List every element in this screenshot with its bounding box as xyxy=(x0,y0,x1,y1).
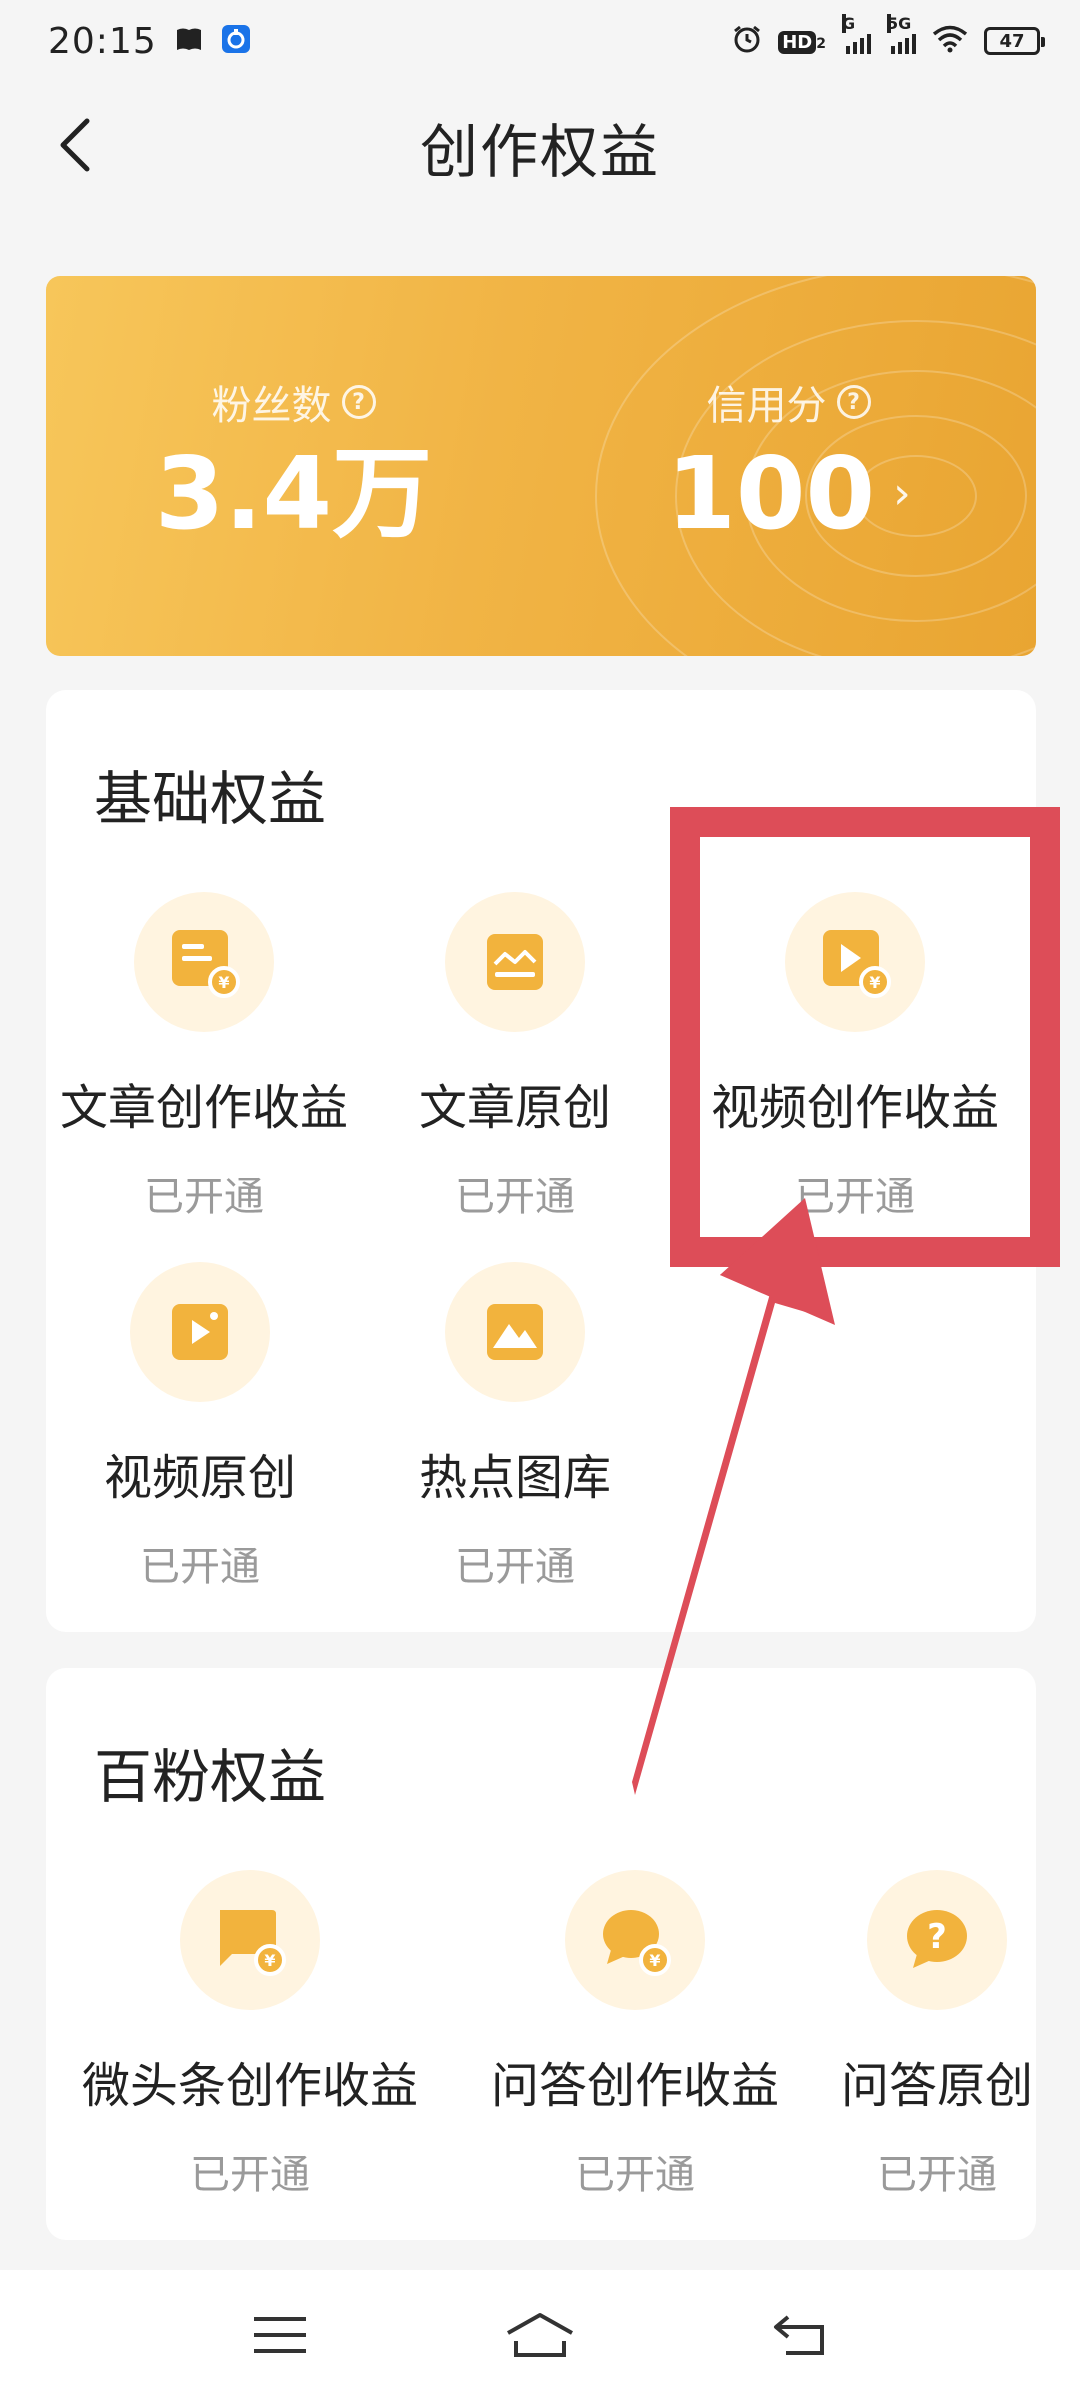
svg-text:¥: ¥ xyxy=(649,1951,660,1970)
status-time: 20:15 xyxy=(48,20,157,62)
credit-value-row: 100 › xyxy=(666,439,910,549)
credit-value: 100 xyxy=(666,435,876,552)
status-bar: 20:15 HD 2 G 5G 47 xyxy=(0,0,1080,82)
system-nav-bar xyxy=(0,2270,1080,2400)
back-arrow-icon xyxy=(774,2315,824,2355)
article-original-icon xyxy=(445,892,585,1032)
benefit-item-status: 已开通 xyxy=(877,2152,997,2198)
stats-banner: 粉丝数 ? 3.4万 信用分 ? 100 › xyxy=(46,276,1036,656)
chevron-right-icon: › xyxy=(893,467,911,519)
benefit-item-title: 视频创作收益 xyxy=(710,1080,999,1136)
article-yuan-icon: ¥ xyxy=(134,892,274,1032)
benefit-item-status: 已开通 xyxy=(575,2152,695,2198)
svg-text:¥: ¥ xyxy=(869,973,880,992)
nav-menu-button[interactable] xyxy=(235,2290,325,2380)
benefit-item-article-income[interactable]: ¥ 文章创作收益 已开通 xyxy=(39,892,369,1222)
nav-home-button[interactable] xyxy=(495,2290,585,2380)
svg-text:¥: ¥ xyxy=(264,1951,275,1970)
qa-original-icon: ? xyxy=(867,1870,1007,2010)
notification-book-icon xyxy=(175,26,203,56)
benefit-item-title: 热点图库 xyxy=(418,1450,611,1506)
fans-label: 粉丝数 xyxy=(211,383,332,429)
page-title: 创作权益 xyxy=(419,118,660,186)
svg-text:?: ? xyxy=(927,1917,947,1957)
benefit-item-video-original[interactable]: 视频原创 已开通 xyxy=(70,1262,330,1592)
benefit-item-micro-post-income[interactable]: ¥ 微头条创作收益 已开通 xyxy=(60,1870,440,2200)
benefit-item-qa-original[interactable]: ? 问答原创 已开通 xyxy=(822,1870,1052,2200)
status-left: 20:15 xyxy=(48,21,251,62)
credit-stat[interactable]: 信用分 ? 100 › xyxy=(541,276,1036,656)
benefit-item-title: 微头条创作收益 xyxy=(81,2058,418,2114)
benefit-item-status: 已开通 xyxy=(455,1544,575,1590)
benefit-item-qa-income[interactable]: ¥ 问答创作收益 已开通 xyxy=(470,1870,800,2200)
notification-app-icon xyxy=(221,24,251,58)
alarm-icon xyxy=(732,24,762,59)
app-header: 创作权益 xyxy=(0,82,1080,212)
benefit-item-status: 已开通 xyxy=(140,1544,260,1590)
credit-label-row: 信用分 ? xyxy=(707,373,871,431)
credit-help-icon[interactable]: ? xyxy=(836,385,871,419)
qa-yuan-icon: ¥ xyxy=(565,1870,705,2010)
back-button[interactable] xyxy=(40,110,110,180)
fans-stat: 粉丝数 ? 3.4万 xyxy=(46,276,541,656)
fans-benefits-title: 百粉权益 xyxy=(94,1743,327,1811)
fans-help-icon[interactable]: ? xyxy=(341,385,376,419)
wifi-icon xyxy=(932,25,968,58)
benefit-item-status: 已开通 xyxy=(455,1174,575,1220)
benefit-item-title: 文章原创 xyxy=(418,1080,611,1136)
benefit-item-article-original[interactable]: 文章原创 已开通 xyxy=(375,892,655,1222)
benefit-item-title: 问答创作收益 xyxy=(490,2058,779,2114)
home-icon xyxy=(507,2313,573,2357)
status-right: HD 2 G 5G 47 xyxy=(732,14,1045,59)
battery-icon: 47 xyxy=(984,27,1045,55)
signal-g-icon: G xyxy=(842,14,871,54)
nav-back-button[interactable] xyxy=(755,2290,845,2380)
basic-benefits-card: 基础权益 ¥ 文章创作收益 已开通 文章原创 已开通 ¥ 视频创作收益 已开通 … xyxy=(46,690,1036,1632)
benefit-item-title: 问答原创 xyxy=(840,2058,1033,2114)
svg-text:¥: ¥ xyxy=(218,973,229,992)
video-original-icon xyxy=(130,1262,270,1402)
video-yuan-icon: ¥ xyxy=(785,892,925,1032)
benefit-item-title: 文章创作收益 xyxy=(59,1080,348,1136)
benefit-item-video-income[interactable]: ¥ 视频创作收益 已开通 xyxy=(690,892,1020,1222)
signal-5g-icon: 5G xyxy=(887,14,916,54)
hd-icon: HD 2 xyxy=(778,29,826,54)
fans-value: 3.4万 xyxy=(154,435,433,552)
micro-post-yuan-icon: ¥ xyxy=(180,1870,320,2010)
credit-label: 信用分 xyxy=(706,383,827,429)
hot-gallery-icon xyxy=(445,1262,585,1402)
benefit-item-status: 已开通 xyxy=(144,1174,264,1220)
fans-label-row: 粉丝数 ? xyxy=(212,373,376,431)
benefit-item-hot-gallery[interactable]: 热点图库 已开通 xyxy=(385,1262,645,1592)
benefit-item-title: 视频原创 xyxy=(103,1450,296,1506)
chevron-left-icon xyxy=(60,118,90,172)
menu-icon xyxy=(254,2317,306,2353)
fans-benefits-card: 百粉权益 ¥ 微头条创作收益 已开通 ¥ 问答创作收益 已开通 ? 问答原创 已… xyxy=(46,1668,1036,2240)
basic-benefits-title: 基础权益 xyxy=(94,765,327,833)
benefit-item-status: 已开通 xyxy=(190,2152,310,2198)
benefit-item-status: 已开通 xyxy=(795,1174,915,1220)
